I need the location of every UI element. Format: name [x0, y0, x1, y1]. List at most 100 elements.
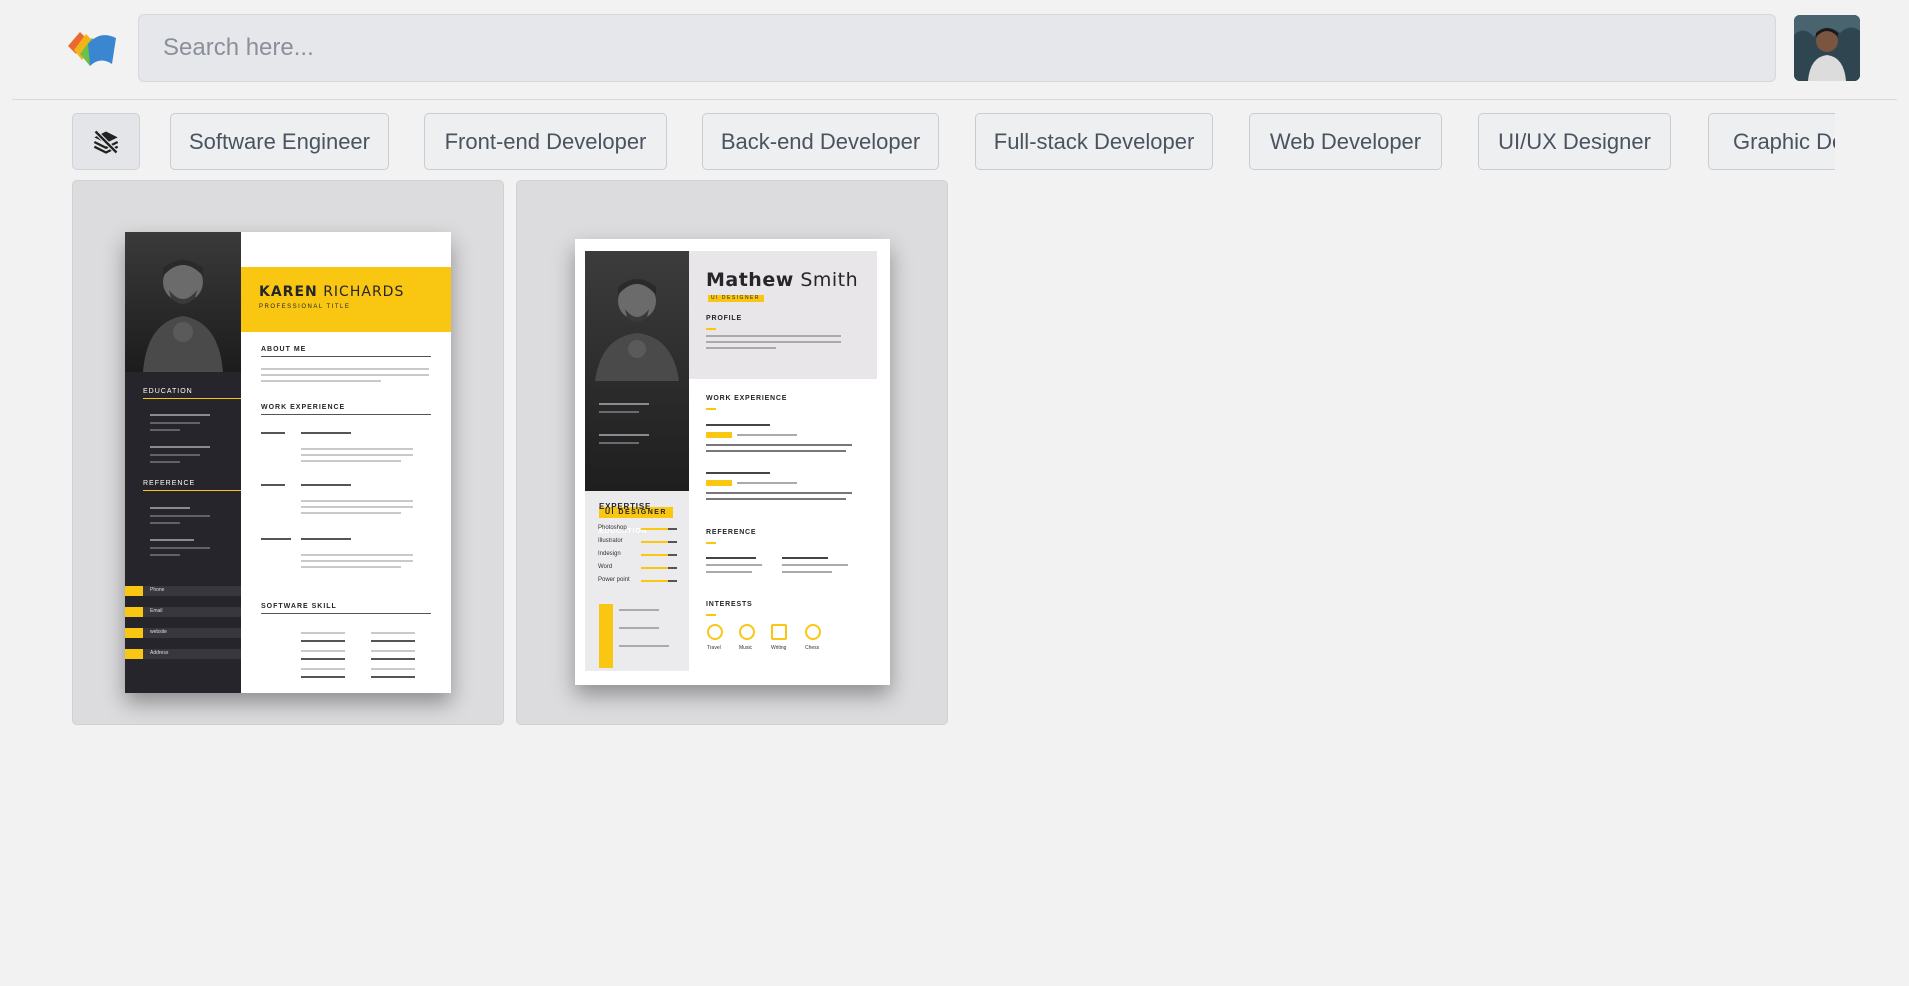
text-line	[150, 454, 200, 456]
chip-software-engineer[interactable]: Software Engineer	[170, 113, 389, 170]
text-line	[261, 538, 291, 540]
chip-back-end-developer[interactable]: Back-end Developer	[702, 113, 939, 170]
contact-phone: Phone	[125, 586, 241, 596]
user-avatar[interactable]	[1794, 15, 1860, 81]
text-line	[301, 566, 401, 568]
resume-sidebar: EDUCATION REFERENCE Phone Email website …	[125, 232, 241, 693]
text-line	[261, 484, 285, 486]
top-header	[12, 0, 1897, 100]
about-heading: ABOUT ME	[261, 346, 431, 357]
text-line	[706, 450, 846, 452]
title-badge: UI DESIGNER	[708, 295, 764, 302]
text-line	[150, 539, 194, 541]
writing-icon	[771, 624, 787, 640]
text-line	[150, 414, 210, 416]
text-line	[301, 632, 345, 634]
skill-bar	[641, 567, 677, 569]
chip-graphic-designer[interactable]: Graphic Designer	[1708, 113, 1835, 170]
text-line	[150, 446, 210, 448]
text-line	[301, 454, 413, 456]
text-line	[782, 571, 832, 573]
text-line	[261, 432, 285, 434]
skill-label: Illustrator	[598, 538, 623, 544]
skill-bar	[301, 676, 345, 678]
text-line	[150, 422, 200, 424]
text-line	[150, 507, 190, 509]
text-line	[261, 368, 429, 370]
resume-template-card[interactable]: UI DESIGNER EDUCATION EXPERTISE Photosho…	[516, 180, 948, 725]
profile-photo	[585, 251, 689, 491]
chip-full-stack-developer[interactable]: Full-stack Developer	[975, 113, 1213, 170]
search-input[interactable]	[138, 14, 1776, 82]
text-line	[150, 515, 210, 517]
skill-bar	[371, 658, 415, 660]
text-line	[706, 335, 841, 337]
resume-main: KAREN RICHARDS PROFESSIONAL TITLE ABOUT …	[241, 232, 451, 693]
avatar-image	[1794, 15, 1860, 81]
text-line	[706, 498, 846, 500]
text-line	[301, 448, 413, 450]
chip-front-end-developer[interactable]: Front-end Developer	[424, 113, 667, 170]
text-line	[706, 571, 752, 573]
date-badge	[706, 432, 732, 438]
filter-toggle-button[interactable]	[72, 113, 140, 170]
interest-label: Music	[739, 645, 753, 651]
text-line	[619, 627, 659, 629]
text-line	[619, 609, 659, 611]
text-line	[619, 645, 669, 647]
resume-template-card[interactable]: EDUCATION REFERENCE Phone Email website …	[72, 180, 504, 725]
text-line	[706, 424, 770, 426]
resume-preview: EDUCATION REFERENCE Phone Email website …	[125, 232, 451, 693]
text-line	[301, 484, 351, 486]
skill-label: Photoshop	[598, 525, 627, 531]
skill-label: Power point	[598, 577, 630, 583]
profile-photo	[125, 232, 241, 372]
name-banner: KAREN RICHARDS PROFESSIONAL TITLE	[241, 267, 451, 332]
resume-name: KAREN RICHARDS	[259, 284, 405, 300]
interests-heading: INTERESTS	[706, 601, 753, 616]
text-line	[371, 650, 415, 652]
skill-bar	[301, 640, 345, 642]
chess-icon	[805, 624, 821, 640]
skill-bar	[371, 640, 415, 642]
chip-web-developer[interactable]: Web Developer	[1249, 113, 1442, 170]
book-stack-logo[interactable]	[60, 24, 124, 74]
text-line	[150, 461, 180, 463]
skill-bar	[641, 580, 677, 582]
resume-preview: UI DESIGNER EDUCATION EXPERTISE Photosho…	[575, 239, 890, 685]
text-line	[782, 557, 828, 559]
text-line	[371, 668, 415, 670]
text-line	[301, 650, 345, 652]
text-line	[706, 472, 770, 474]
text-line	[706, 492, 852, 494]
profile-heading: PROFILE	[706, 315, 742, 330]
text-line	[301, 500, 413, 502]
travel-icon	[707, 624, 723, 640]
chip-ui-ux-designer[interactable]: UI/UX Designer	[1478, 113, 1671, 170]
skill-bar	[641, 528, 677, 530]
text-line	[150, 554, 180, 556]
skill-label: Word	[598, 564, 613, 570]
skill-bar	[301, 658, 345, 660]
interest-label: Writing	[771, 645, 787, 651]
text-line	[706, 347, 776, 349]
contact-icon-strip	[599, 604, 613, 668]
text-line	[301, 506, 413, 508]
work-heading: WORK EXPERIENCE	[706, 395, 788, 410]
contact-email: Email	[125, 607, 241, 617]
resume-name: Mathew Smith	[706, 269, 859, 291]
expertise-heading: EXPERTISE	[599, 502, 652, 511]
text-line	[301, 554, 413, 556]
text-line	[261, 374, 429, 376]
text-line	[150, 429, 180, 431]
text-line	[706, 557, 756, 559]
skill-bar	[641, 554, 677, 556]
text-line	[261, 380, 381, 382]
text-line	[301, 560, 413, 562]
education-heading: EDUCATION	[143, 388, 241, 399]
text-line	[301, 460, 401, 462]
reference-heading: REFERENCE	[143, 480, 241, 491]
date-badge	[706, 480, 732, 486]
text-line	[706, 564, 762, 566]
skill-bar	[641, 541, 677, 543]
